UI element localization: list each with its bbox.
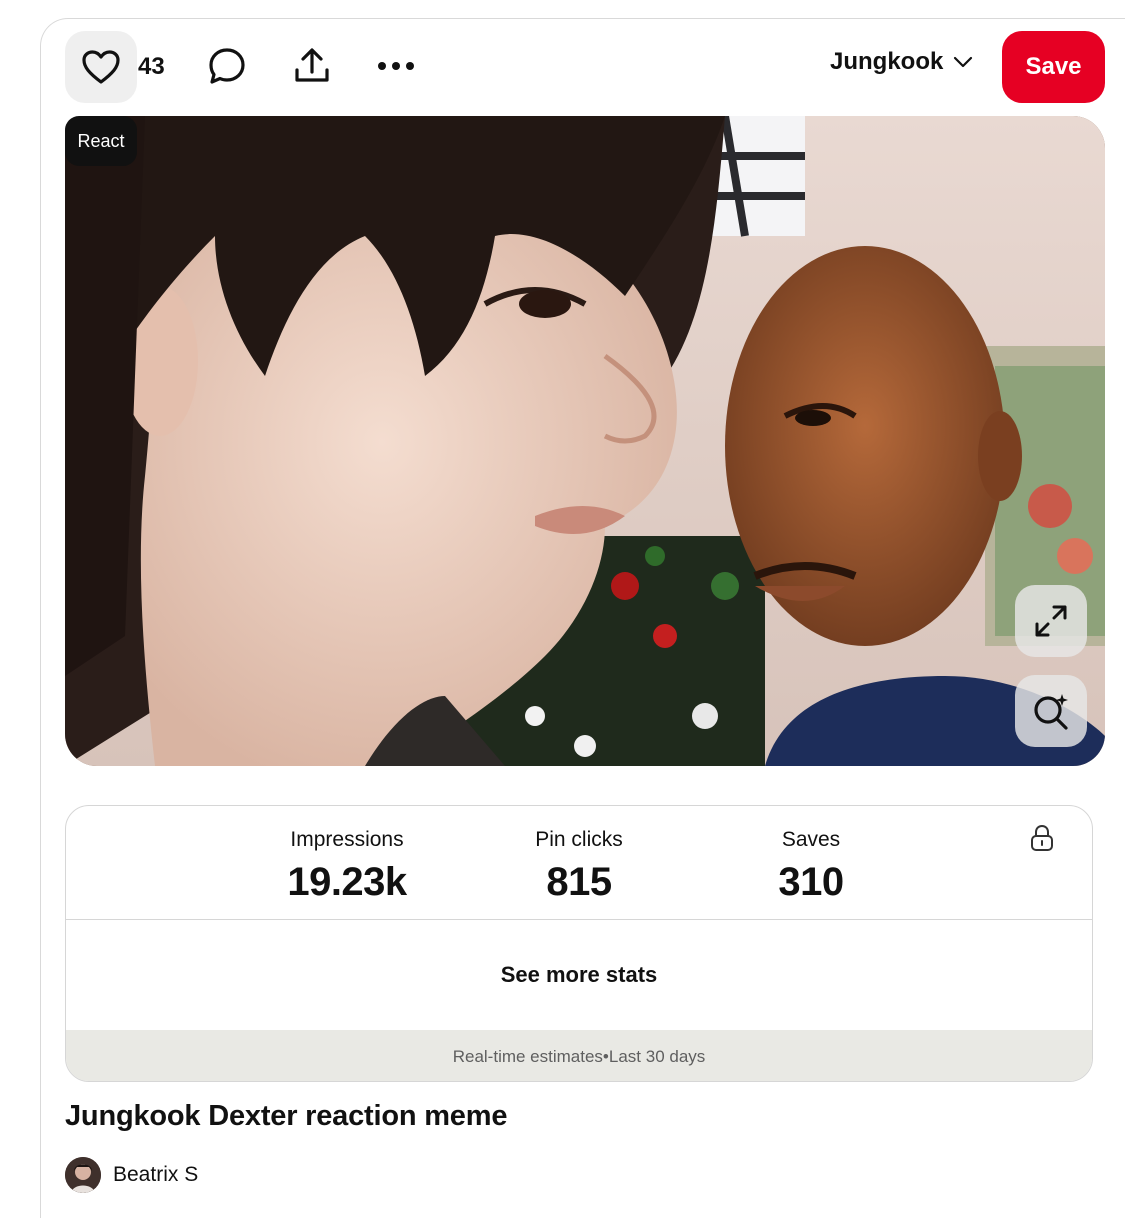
pin-photo (65, 116, 1105, 766)
share-button[interactable] (286, 40, 338, 92)
stat-pin-clicks: Pin clicks 815 (479, 826, 679, 906)
save-button[interactable]: Save (1002, 31, 1105, 103)
stat-value: 310 (778, 860, 844, 904)
see-more-stats-button[interactable]: See more stats (66, 920, 1092, 1030)
pin-image[interactable] (65, 116, 1105, 766)
stat-label: Saves (781, 828, 841, 851)
expand-icon (1035, 605, 1067, 637)
stat-impressions: Impressions 19.23k (247, 826, 447, 906)
stat-label: Pin clicks (535, 828, 623, 851)
author-name: Beatrix S (113, 1163, 199, 1186)
stats-card: Impressions 19.23k Pin clicks 815 Saves … (65, 805, 1093, 1082)
stat-label: Impressions (290, 828, 404, 851)
reaction-count: 43 (138, 53, 165, 80)
lock-icon (1031, 824, 1053, 851)
board-selector[interactable]: Jungkook (830, 48, 973, 76)
more-options-button[interactable] (370, 40, 422, 92)
avatar (65, 1157, 101, 1193)
stat-value: 19.23k (287, 860, 407, 904)
expand-button[interactable] (1015, 585, 1087, 657)
more-icon (378, 62, 414, 70)
heart-icon (82, 50, 120, 84)
comment-icon (209, 48, 245, 84)
estimates-note: Real-time estimates•Last 30 days (66, 1030, 1092, 1081)
board-name: Jungkook (830, 48, 944, 75)
stat-value: 815 (546, 860, 612, 904)
chevron-down-icon (954, 56, 973, 68)
share-icon (295, 48, 329, 82)
react-label: React (65, 116, 137, 166)
stat-saves: Saves 310 (711, 826, 911, 906)
author-link[interactable]: Beatrix S (65, 1157, 198, 1193)
visual-search-button[interactable] (1015, 675, 1087, 747)
visual-search-icon (1034, 694, 1068, 730)
react-button[interactable] (65, 31, 137, 103)
comment-button[interactable] (201, 40, 253, 92)
pin-title: Jungkook Dexter reaction meme (65, 1100, 508, 1132)
